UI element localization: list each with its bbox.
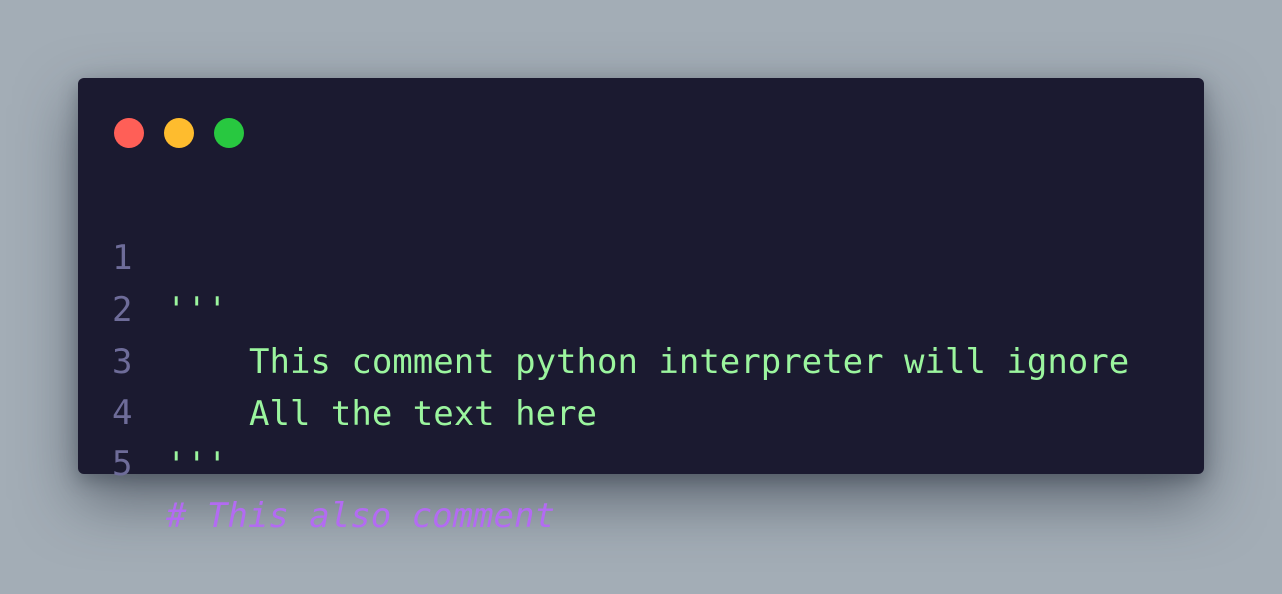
code-window: 1 ''' 2 This comment python interpreter … — [78, 78, 1204, 536]
code-editor[interactable]: 1 ''' 2 This comment python interpreter … — [78, 78, 1204, 536]
line-number: 5 — [112, 444, 133, 484]
code-line: 4 ''' — [78, 335, 1204, 485]
code-line: 1 ''' — [78, 180, 1204, 330]
code-line: 2 This comment python interpreter will i… — [78, 232, 1204, 382]
code-line: 5 # This also comment — [78, 386, 1204, 536]
code-line: 3 All the text here — [78, 284, 1204, 434]
code-comment: # This also comment — [166, 496, 555, 536]
